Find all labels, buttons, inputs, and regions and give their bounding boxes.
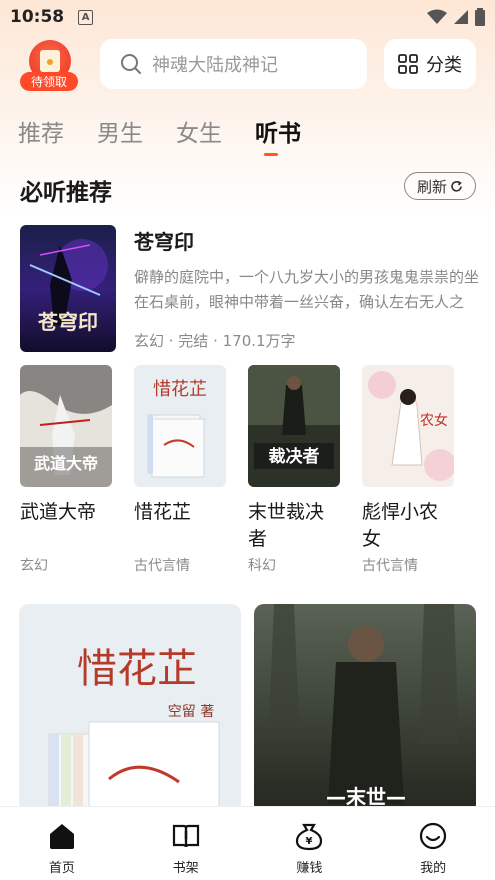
book-genre: 科幻	[248, 558, 276, 574]
status-time: 10:58	[10, 7, 65, 27]
reward-label: 待领取	[20, 72, 78, 91]
wifi-icon	[427, 9, 447, 24]
nav-profile[interactable]: 我的	[371, 807, 495, 880]
featured-meta: 玄幻 · 完结 · 170.1万字	[134, 332, 296, 350]
money-bag-icon: ¥	[296, 823, 323, 851]
book-genre: 古代言情	[362, 558, 418, 574]
search-icon	[121, 54, 141, 74]
featured-cover-text: 苍穹印	[37, 310, 98, 334]
featured-description: 僻静的庭院中，一个八九岁大小的男孩鬼鬼祟祟的坐在石桌前，眼神中带着一丝兴奋，确认…	[134, 268, 479, 311]
featured-title[interactable]: 苍穹印	[134, 226, 194, 255]
search-placeholder: 神魂大陆成神记	[152, 55, 278, 76]
signal-icon	[454, 10, 468, 24]
tab-male[interactable]: 男生	[97, 114, 143, 150]
nav-earn[interactable]: ¥ 赚钱	[248, 807, 372, 880]
nav-label: 我的	[420, 861, 447, 876]
large-book-card[interactable]: —末世—	[254, 604, 476, 814]
tab-bar: 推荐 男生 女生 听书	[18, 114, 301, 150]
status-bar: 10:58 A	[0, 0, 495, 34]
book-card[interactable]: 裁决者 末世裁决者 科幻	[248, 365, 340, 575]
category-label: 分类	[426, 55, 462, 76]
large-card-author: 空留 著	[168, 704, 214, 720]
category-button[interactable]: 分类	[384, 39, 476, 89]
refresh-button[interactable]: 刷新	[404, 172, 476, 200]
book-title[interactable]: 彪悍小农女	[362, 499, 452, 553]
bottom-nav: 首页 书架 ¥ 赚钱 我的	[0, 806, 495, 880]
book-card[interactable]: 农女 彪悍小农女 古代言情	[362, 365, 454, 575]
section-title: 必听推荐	[20, 180, 112, 206]
featured-book-cover[interactable]: 苍穹印	[20, 225, 116, 352]
book-cover[interactable]: 惜花芷	[134, 365, 226, 487]
grid-icon	[398, 54, 418, 74]
book-title[interactable]: 惜花芷	[134, 499, 224, 553]
notification-icon: A	[78, 9, 94, 25]
battery-icon	[475, 8, 485, 26]
search-input[interactable]: 神魂大陆成神记	[100, 39, 367, 89]
nav-label: 首页	[48, 861, 75, 876]
book-cover[interactable]: 农女	[362, 365, 454, 487]
nav-bookshelf[interactable]: 书架	[124, 807, 248, 880]
book-cover[interactable]: 武道大帝	[20, 365, 112, 487]
book-cover-text: 农女	[420, 412, 448, 429]
nav-label: 书架	[172, 861, 199, 876]
reward-badge[interactable]: 待领取	[20, 40, 78, 92]
tab-audiobook[interactable]: 听书	[255, 114, 301, 150]
bookshelf-icon	[172, 824, 199, 848]
book-cover[interactable]: 裁决者	[248, 365, 340, 487]
book-card[interactable]: 武道大帝 武道大帝 玄幻	[20, 365, 112, 575]
profile-icon	[420, 822, 447, 850]
svg-text:¥: ¥	[306, 836, 313, 847]
book-genre: 玄幻	[20, 558, 48, 574]
nav-label: 赚钱	[296, 861, 323, 876]
book-card[interactable]: 惜花芷 惜花芷 古代言情	[134, 365, 226, 575]
book-title[interactable]: 武道大帝	[20, 499, 110, 553]
book-genre: 古代言情	[134, 558, 190, 574]
book-title[interactable]: 末世裁决者	[248, 499, 338, 553]
nav-home[interactable]: 首页	[0, 807, 124, 880]
large-card-title: 惜花芷	[77, 646, 197, 692]
book-cover-text: 惜花芷	[153, 379, 207, 400]
refresh-icon	[451, 180, 462, 192]
book-cover-text: 武道大帝	[34, 454, 98, 473]
tab-recommend[interactable]: 推荐	[18, 114, 64, 150]
status-icons	[427, 8, 485, 26]
refresh-label: 刷新	[416, 177, 447, 196]
tab-female[interactable]: 女生	[176, 114, 222, 150]
book-cover-text: 裁决者	[269, 446, 320, 467]
tab-indicator	[264, 153, 278, 156]
home-icon	[49, 824, 74, 849]
large-book-card[interactable]: 惜花芷 空留 著	[19, 604, 241, 814]
